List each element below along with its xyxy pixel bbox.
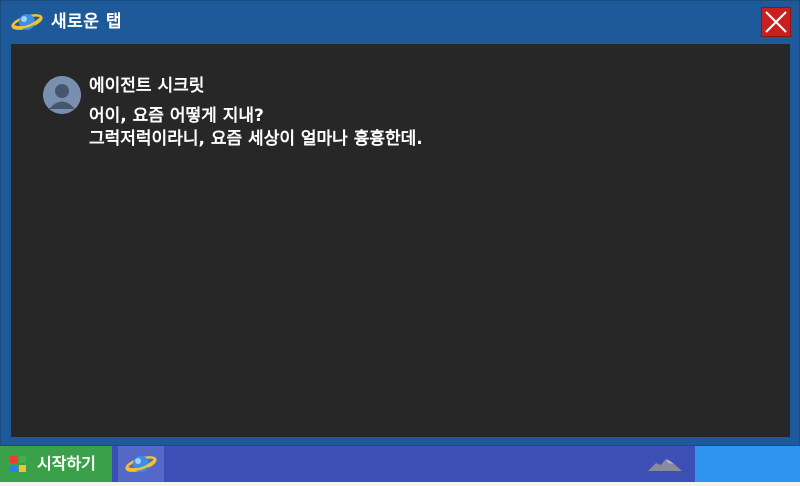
- user-avatar-icon: [43, 76, 81, 114]
- browser-planet-icon: [11, 9, 43, 35]
- cloud-icon[interactable]: [646, 455, 684, 473]
- close-x-icon: [765, 11, 787, 33]
- browser-window: 새로운 탭 에이전트 시크릿 어이, 요즘 어떻게 지내? 그럭저럭이라니, 요…: [0, 0, 800, 446]
- browser-planet-icon: [125, 456, 157, 472]
- message-sender: 에이전트 시크릿: [89, 76, 205, 96]
- window-titlebar[interactable]: 새로운 탭: [1, 1, 799, 43]
- message-line: 어이, 요즘 어떻게 지내?: [89, 106, 264, 126]
- system-tray[interactable]: [695, 446, 800, 482]
- desktop-screen: 새로운 탭 에이전트 시크릿 어이, 요즘 어떻게 지내? 그럭저럭이라니, 요…: [0, 0, 800, 486]
- start-button[interactable]: 시작하기: [0, 446, 112, 482]
- window-title: 새로운 탭: [51, 12, 122, 32]
- start-button-label: 시작하기: [37, 454, 96, 473]
- taskbar-browser-button[interactable]: [118, 446, 164, 482]
- chat-content-area: 에이전트 시크릿 어이, 요즘 어떻게 지내? 그럭저럭이라니, 요즘 세상이 …: [11, 44, 790, 437]
- close-button[interactable]: [761, 7, 791, 37]
- message-line: 그럭저럭이라니, 요즘 세상이 얼마나 흉흉한데.: [89, 129, 423, 149]
- taskbar: 시작하기: [0, 446, 800, 482]
- windows-logo-icon: [10, 456, 26, 472]
